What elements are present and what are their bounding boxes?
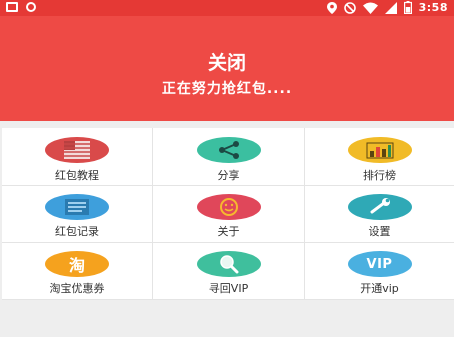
footer-area <box>0 300 454 337</box>
header-banner: 关闭 正在努力抢红包.... <box>0 16 454 121</box>
records-badge <box>45 194 109 220</box>
taobao-icon: 淘 <box>68 256 85 275</box>
clock-time: 3:58 <box>418 1 448 14</box>
location-icon <box>326 1 337 14</box>
menu-item-label: 红包教程 <box>55 169 99 182</box>
wrench-icon <box>370 198 390 214</box>
do-not-disturb-icon <box>343 1 356 14</box>
tutorial-badge <box>45 137 109 163</box>
menu-item-share[interactable]: 分享 <box>153 128 305 186</box>
list-icon <box>65 199 89 215</box>
menu-item-label: 设置 <box>368 225 391 238</box>
status-text: 正在努力抢红包.... <box>161 81 293 97</box>
menu-item-label: 开通vip <box>360 282 399 295</box>
menu-item-about[interactable]: 关于 <box>153 186 305 243</box>
menu-grid: 红包教程 分享 排行榜 红包记录 关于 设置 淘 淘宝优惠券 寻回VIP VIP… <box>2 128 454 300</box>
menu-item-label: 红包记录 <box>55 225 99 238</box>
close-button[interactable]: 关闭 <box>0 48 454 75</box>
signal-icon <box>384 1 397 14</box>
share-icon <box>218 141 239 159</box>
menu-item-label: 寻回VIP <box>208 282 249 295</box>
wifi-icon <box>362 2 378 14</box>
menu-item-settings[interactable]: 设置 <box>305 186 454 243</box>
settings-badge <box>347 194 412 220</box>
recover-vip-badge <box>196 251 261 277</box>
menu-item-open-vip[interactable]: VIP 开通vip <box>305 243 454 300</box>
menu-item-label: 关于 <box>217 225 240 238</box>
menu-item-ranking[interactable]: 排行榜 <box>305 128 454 186</box>
screen-icon <box>6 2 18 12</box>
menu-item-label: 淘宝优惠券 <box>49 282 105 295</box>
alert-icon <box>26 2 36 12</box>
status-bar: 3:58 <box>0 0 454 16</box>
smile-icon <box>219 198 238 216</box>
menu-item-label: 排行榜 <box>363 169 396 182</box>
coupons-badge: 淘 <box>45 251 109 277</box>
menu-item-coupons[interactable]: 淘 淘宝优惠券 <box>2 243 153 300</box>
vip-icon: VIP <box>366 256 393 272</box>
menu-item-recover-vip[interactable]: 寻回VIP <box>153 243 305 300</box>
magnifier-icon <box>219 255 238 274</box>
flag-icon <box>64 141 90 159</box>
about-badge <box>196 194 261 220</box>
menu-item-records[interactable]: 红包记录 <box>2 186 153 243</box>
ranking-badge <box>347 137 412 163</box>
menu-item-tutorial[interactable]: 红包教程 <box>2 128 153 186</box>
bar-chart-icon <box>366 142 393 159</box>
battery-icon <box>403 1 412 14</box>
status-left <box>6 2 36 12</box>
status-right: 3:58 <box>326 1 448 14</box>
menu-item-label: 分享 <box>217 169 240 182</box>
share-badge <box>196 137 261 163</box>
open-vip-badge: VIP <box>347 251 412 277</box>
